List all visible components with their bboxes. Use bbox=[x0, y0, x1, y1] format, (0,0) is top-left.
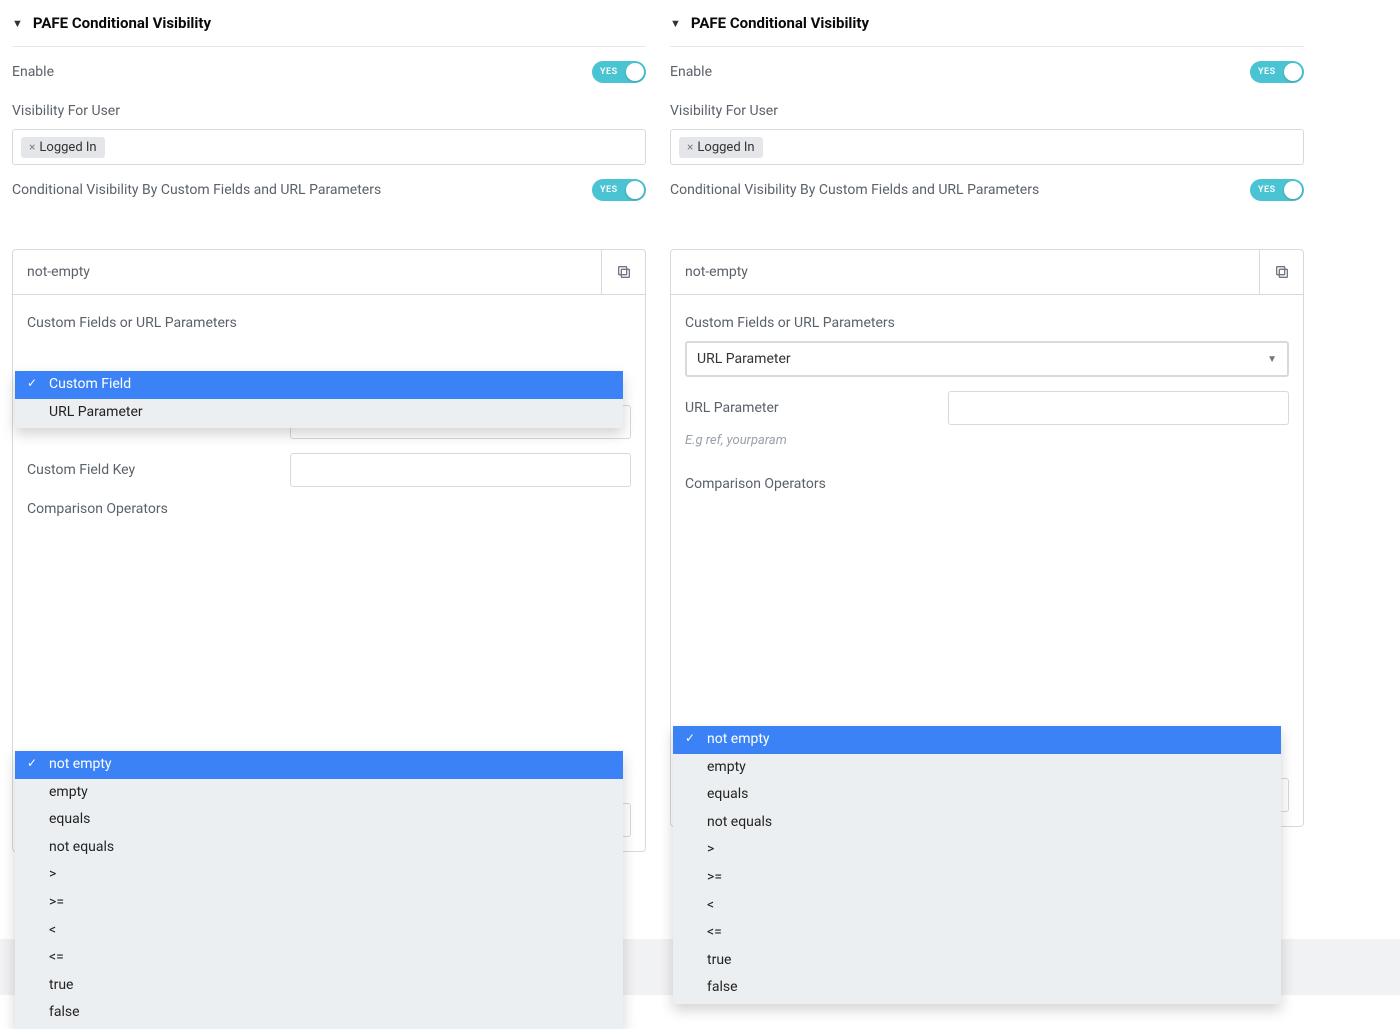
operator-option[interactable]: not empty bbox=[673, 726, 1281, 754]
operator-option[interactable]: true bbox=[673, 947, 1281, 975]
comparison-operators-label: Comparison Operators bbox=[27, 501, 631, 517]
copy-icon bbox=[1274, 264, 1290, 280]
type-option-url-parameter[interactable]: URL Parameter bbox=[15, 399, 623, 427]
enable-toggle[interactable]: YES bbox=[1250, 61, 1304, 83]
custom-field-key-input[interactable] bbox=[290, 453, 631, 487]
operator-option[interactable]: >= bbox=[673, 864, 1281, 892]
url-parameter-hint: E.g ref, yourparam bbox=[685, 433, 1289, 448]
operator-option[interactable]: false bbox=[15, 999, 623, 1027]
type-value: URL Parameter bbox=[697, 351, 791, 367]
toggle-knob bbox=[1284, 63, 1302, 81]
operator-option[interactable]: not equals bbox=[15, 834, 623, 862]
section-title: PAFE Conditional Visibility bbox=[691, 14, 869, 32]
tag-label: Logged In bbox=[697, 140, 754, 155]
operator-option[interactable]: <= bbox=[15, 944, 623, 972]
chevron-down-icon: ▼ bbox=[1267, 354, 1277, 365]
toggle-yes: YES bbox=[600, 185, 618, 195]
toggle-knob bbox=[626, 181, 644, 199]
copy-icon bbox=[616, 264, 632, 280]
type-dropdown-list: Custom Field URL Parameter bbox=[15, 371, 623, 428]
user-tag[interactable]: × Logged In bbox=[679, 137, 763, 158]
type-select[interactable]: URL Parameter ▼ bbox=[685, 341, 1289, 377]
operator-dropdown-list: not empty empty equals not equals > >= <… bbox=[673, 726, 1281, 1004]
remove-tag-icon[interactable]: × bbox=[687, 140, 693, 154]
operator-option[interactable]: not equals bbox=[673, 809, 1281, 837]
section-header[interactable]: ▼ PAFE Conditional Visibility bbox=[670, 0, 1304, 47]
operator-option[interactable]: < bbox=[15, 917, 623, 945]
caret-down-icon: ▼ bbox=[12, 17, 23, 30]
type-select-wrapper: Custom Field URL Parameter bbox=[27, 341, 631, 391]
comparison-operators-label: Comparison Operators bbox=[685, 476, 1289, 492]
left-panel: ▼ PAFE Conditional Visibility Enable YES… bbox=[0, 0, 658, 915]
operator-dropdown-list: not empty empty equals not equals > >= <… bbox=[15, 751, 623, 1029]
operator-option[interactable]: true bbox=[15, 972, 623, 1000]
toggle-knob bbox=[626, 63, 644, 81]
condition-card: not-empty Custom Fields or URL Parameter… bbox=[670, 249, 1304, 827]
operator-select-wrapper: not empty empty equals not equals > >= <… bbox=[27, 527, 631, 771]
url-parameter-label: URL Parameter bbox=[685, 400, 928, 416]
card-title: not-empty bbox=[671, 250, 1259, 294]
visibility-for-user-input[interactable]: × Logged In bbox=[670, 129, 1304, 165]
duplicate-button[interactable] bbox=[1259, 250, 1303, 294]
operator-option[interactable]: equals bbox=[15, 806, 623, 834]
custom-field-key-label: Custom Field Key bbox=[27, 462, 270, 478]
user-tag[interactable]: × Logged In bbox=[21, 137, 105, 158]
conditional-visibility-label: Conditional Visibility By Custom Fields … bbox=[12, 182, 381, 198]
operator-select-wrapper: not empty empty equals not equals > >= <… bbox=[685, 502, 1289, 746]
url-parameter-input[interactable] bbox=[948, 391, 1289, 425]
operator-option[interactable]: >= bbox=[15, 889, 623, 917]
operator-option[interactable]: empty bbox=[15, 779, 623, 807]
type-label: Custom Fields or URL Parameters bbox=[27, 315, 631, 331]
conditional-visibility-label: Conditional Visibility By Custom Fields … bbox=[670, 182, 1039, 198]
tag-label: Logged In bbox=[39, 140, 96, 155]
operator-option[interactable]: false bbox=[673, 974, 1281, 1002]
conditional-visibility-toggle[interactable]: YES bbox=[592, 179, 646, 201]
toggle-knob bbox=[1284, 181, 1302, 199]
visibility-for-user-input[interactable]: × Logged In bbox=[12, 129, 646, 165]
conditional-visibility-toggle[interactable]: YES bbox=[1250, 179, 1304, 201]
enable-toggle[interactable]: YES bbox=[592, 61, 646, 83]
section-header[interactable]: ▼ PAFE Conditional Visibility bbox=[12, 0, 646, 47]
toggle-yes: YES bbox=[1258, 67, 1276, 77]
card-title: not-empty bbox=[13, 250, 601, 294]
enable-label: Enable bbox=[12, 64, 54, 80]
caret-down-icon: ▼ bbox=[670, 17, 681, 30]
visibility-for-user-label: Visibility For User bbox=[670, 103, 1304, 119]
operator-option[interactable]: > bbox=[15, 861, 623, 889]
operator-option[interactable]: equals bbox=[673, 781, 1281, 809]
right-panel: ▼ PAFE Conditional Visibility Enable YES… bbox=[658, 0, 1316, 915]
condition-card: not-empty Custom Fields or URL Parameter… bbox=[12, 249, 646, 852]
duplicate-button[interactable] bbox=[601, 250, 645, 294]
type-option-custom-field[interactable]: Custom Field bbox=[15, 371, 623, 399]
toggle-yes: YES bbox=[1258, 185, 1276, 195]
type-label: Custom Fields or URL Parameters bbox=[685, 315, 1289, 331]
section-title: PAFE Conditional Visibility bbox=[33, 14, 211, 32]
operator-option[interactable]: empty bbox=[673, 754, 1281, 782]
operator-option[interactable]: < bbox=[673, 892, 1281, 920]
operator-option[interactable]: <= bbox=[673, 919, 1281, 947]
toggle-yes: YES bbox=[600, 67, 618, 77]
enable-label: Enable bbox=[670, 64, 712, 80]
remove-tag-icon[interactable]: × bbox=[29, 140, 35, 154]
operator-option[interactable]: > bbox=[673, 836, 1281, 864]
visibility-for-user-label: Visibility For User bbox=[12, 103, 646, 119]
operator-option[interactable]: not empty bbox=[15, 751, 623, 779]
